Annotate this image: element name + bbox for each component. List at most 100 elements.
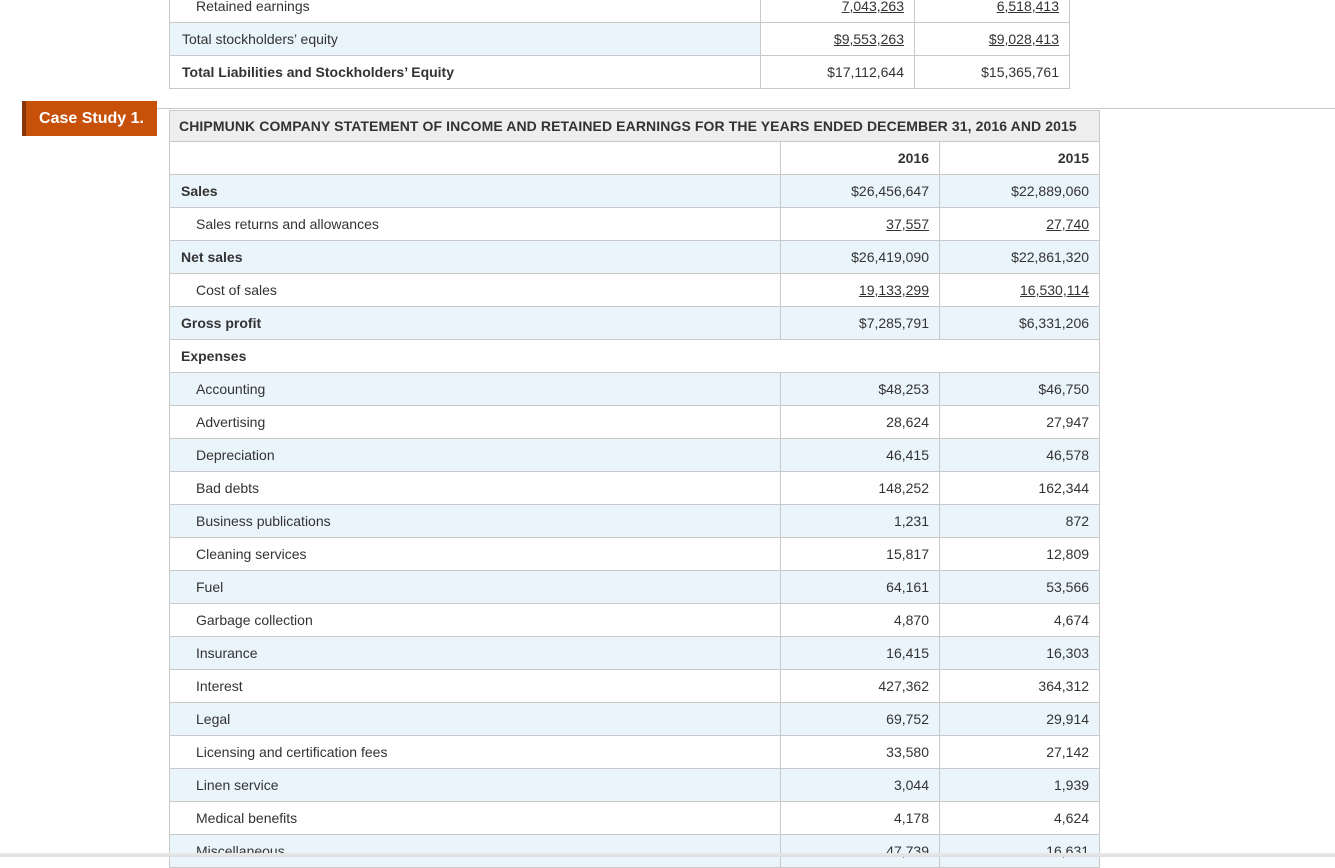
amount: 7,043,263 [841, 0, 904, 14]
row-label: Retained earnings [169, 0, 761, 23]
value-2015: 162,344 [938, 471, 1101, 505]
row-label: Garbage collection [169, 603, 781, 637]
row-label: Interest [169, 669, 781, 703]
table-row: Advertising 28,624 27,947 [169, 405, 1101, 439]
table-row: Miscellaneous 47,739 16,631 [169, 834, 1101, 868]
amount: 19,133,299 [858, 282, 929, 298]
value-2016: 4,178 [780, 801, 940, 835]
table-row: Interest 427,362 364,312 [169, 669, 1101, 703]
section-divider [156, 108, 1335, 109]
value-2016: 69,752 [780, 702, 940, 736]
value-2016: 16,415 [780, 636, 940, 670]
table-row: Fuel 64,161 53,566 [169, 570, 1101, 604]
value-2016: 19,133,299 [780, 273, 940, 307]
amount: $22,889,060 [1011, 183, 1090, 199]
row-label: Cleaning services [169, 537, 781, 571]
table-row: Garbage collection 4,870 4,674 [169, 603, 1101, 637]
row-label: Bad debts [169, 471, 781, 505]
statement-title-row: CHIPMUNK COMPANY STATEMENT OF INCOME AND… [168, 110, 1101, 142]
amount: $17,112,644 [827, 64, 904, 80]
row-label: Accounting [169, 372, 781, 406]
table-row: Net sales $26,419,090 $22,861,320 [169, 240, 1101, 274]
value-2015: $22,861,320 [938, 240, 1101, 274]
value-2016: 47,739 [780, 834, 940, 868]
row-label: Net sales [169, 240, 781, 274]
table-row: Sales $26,456,647 $22,889,060 [169, 174, 1101, 208]
amount: 15,817 [886, 546, 929, 562]
value-2016: 4,870 [780, 603, 940, 637]
amount: 3,044 [893, 777, 929, 793]
value-2016: 15,817 [780, 537, 940, 571]
balance-sheet-tail-body: Retained earnings 7,043,263 6,518,413 Total… [169, 0, 1070, 89]
row-label: Sales [169, 174, 781, 208]
amount: 16,303 [1046, 645, 1090, 661]
value-2016: $9,553,263 [760, 22, 915, 56]
amount: 28,624 [886, 414, 929, 430]
row-label: Legal [169, 702, 781, 736]
value-2016: 33,580 [780, 735, 940, 769]
value-2015: $46,750 [938, 372, 1101, 406]
amount: 29,914 [1046, 711, 1090, 727]
amount: $15,365,761 [981, 64, 1059, 80]
row-label: Cost of sales [169, 273, 781, 307]
value-2015: 4,624 [938, 801, 1101, 835]
value-2016: $17,112,644 [760, 55, 915, 89]
amount: $46,750 [1038, 381, 1090, 397]
value-2016: 7,043,263 [760, 0, 915, 23]
amount: 1,939 [1053, 777, 1090, 793]
amount: 64,161 [886, 579, 929, 595]
table-row: Total Liabilities and Stockholders’ Equi… [169, 55, 1070, 89]
year-header-2015: 2015 [938, 141, 1101, 175]
amount: 427,362 [878, 678, 929, 694]
value-2015: 364,312 [938, 669, 1101, 703]
amount: 162,344 [1038, 480, 1090, 496]
row-label: Expenses [168, 339, 1101, 373]
amount: $26,419,090 [851, 249, 929, 265]
row-label: Miscellaneous [169, 834, 781, 868]
amount: $9,028,413 [988, 31, 1059, 47]
page-bottom-edge [0, 853, 1335, 857]
amount: 6,518,413 [996, 0, 1059, 14]
amount: 27,947 [1046, 414, 1090, 430]
amount: 12,809 [1046, 546, 1090, 562]
amount: 4,674 [1053, 612, 1090, 628]
row-label: Linen service [169, 768, 781, 802]
table-row: Insurance 16,415 16,303 [169, 636, 1101, 670]
value-2015: 16,303 [938, 636, 1101, 670]
amount: 27,740 [1046, 216, 1090, 232]
income-statement-body: Sales $26,456,647 $22,889,060 Sales returns… [168, 174, 1101, 868]
value-2016: 46,415 [780, 438, 940, 472]
amount: $48,253 [878, 381, 929, 397]
amount: $9,553,263 [833, 31, 904, 47]
amount: 364,312 [1038, 678, 1090, 694]
table-row: Gross profit $7,285,791 $6,331,206 [169, 306, 1101, 340]
value-2015: 16,530,114 [938, 273, 1101, 307]
value-2015: 46,578 [938, 438, 1101, 472]
row-label: Sales returns and allowances [169, 207, 781, 241]
row-label: Total stockholders’ equity [169, 22, 761, 56]
table-row: Legal 69,752 29,914 [169, 702, 1101, 736]
value-2015: 16,631 [938, 834, 1101, 868]
statement-title: CHIPMUNK COMPANY STATEMENT OF INCOME AND… [168, 110, 1101, 142]
amount: 33,580 [886, 744, 929, 760]
year-header-blank [169, 141, 781, 175]
value-2015: $22,889,060 [938, 174, 1101, 208]
row-label: Insurance [169, 636, 781, 670]
table-row: Medical benefits 4,178 4,624 [169, 801, 1101, 835]
row-label: Licensing and certification fees [169, 735, 781, 769]
amount: 53,566 [1046, 579, 1090, 595]
amount: 27,142 [1046, 744, 1090, 760]
amount: 4,624 [1053, 810, 1090, 826]
value-2015: 4,674 [938, 603, 1101, 637]
value-2015: 872 [938, 504, 1101, 538]
amount: 16,530,114 [1020, 282, 1090, 298]
value-2015: 29,914 [938, 702, 1101, 736]
row-label: Gross profit [169, 306, 781, 340]
value-2015: $9,028,413 [914, 22, 1070, 56]
table-row: Bad debts 148,252 162,344 [169, 471, 1101, 505]
value-2015: 6,518,413 [914, 0, 1070, 23]
year-header-row: 2016 2015 [169, 141, 1101, 175]
amount: 16,415 [886, 645, 929, 661]
amount: 872 [1065, 513, 1090, 529]
value-2015: 27,142 [938, 735, 1101, 769]
